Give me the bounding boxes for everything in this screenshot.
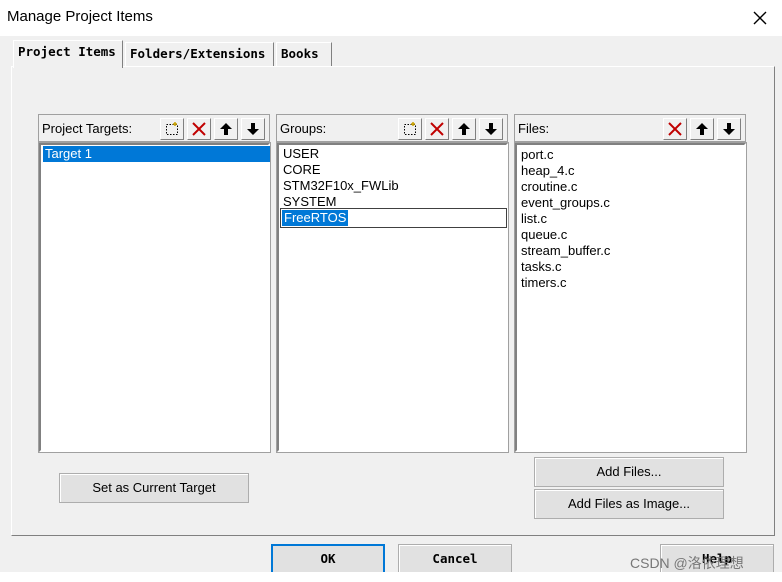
move-file-down-button[interactable]	[717, 118, 741, 140]
delete-x-icon	[430, 122, 444, 136]
files-header: Files:	[514, 114, 746, 142]
move-file-up-button[interactable]	[690, 118, 714, 140]
list-item-file[interactable]: queue.c	[519, 227, 569, 243]
window-title: Manage Project Items	[7, 8, 153, 25]
list-item-file[interactable]: croutine.c	[519, 179, 579, 195]
targets-label: Project Targets:	[42, 121, 133, 136]
watermark: CSDN @洛依理想	[630, 555, 744, 571]
list-item-file[interactable]: tasks.c	[519, 259, 563, 275]
add-files-as-image-button[interactable]: Add Files as Image...	[534, 489, 724, 519]
cancel-button[interactable]: Cancel	[398, 544, 512, 574]
move-group-down-button[interactable]	[479, 118, 503, 140]
list-item-file[interactable]: heap_4.c	[519, 163, 577, 179]
set-current-target-button[interactable]: Set as Current Target	[59, 473, 249, 503]
list-item-group[interactable]: CORE	[281, 162, 323, 178]
targets-header: Project Targets:	[38, 114, 270, 142]
move-target-up-button[interactable]	[214, 118, 238, 140]
new-target-button[interactable]	[160, 118, 184, 140]
move-down-arrow-icon	[485, 123, 497, 135]
tab-label: Folders/Extensions	[130, 46, 266, 61]
list-item-file[interactable]: port.c	[519, 147, 556, 163]
list-item-target[interactable]: Target 1	[43, 146, 270, 162]
close-button[interactable]	[748, 6, 772, 30]
title-bar: Manage Project Items	[0, 0, 782, 36]
bottom-strip	[0, 572, 782, 582]
tab-project-items[interactable]: Project Items	[13, 40, 123, 68]
group-rename-field[interactable]: FreeRTOS	[280, 208, 507, 228]
delete-file-button[interactable]	[663, 118, 687, 140]
tab-books[interactable]: Books	[276, 42, 332, 66]
groups-label: Groups:	[280, 121, 327, 136]
move-down-arrow-icon	[723, 123, 735, 135]
list-item-file[interactable]: event_groups.c	[519, 195, 612, 211]
add-files-button[interactable]: Add Files...	[534, 457, 724, 487]
groups-list[interactable]: USER CORE STM32F10x_FWLib SYSTEM FreeRTO…	[276, 142, 509, 453]
ok-button[interactable]: OK	[271, 544, 385, 574]
targets-list[interactable]: Target 1	[38, 142, 271, 453]
delete-x-icon	[192, 122, 206, 136]
files-list[interactable]: port.c heap_4.c croutine.c event_groups.…	[514, 142, 747, 453]
list-item-group[interactable]: STM32F10x_FWLib	[281, 178, 401, 194]
delete-group-button[interactable]	[425, 118, 449, 140]
selected-group-text[interactable]: FreeRTOS	[282, 210, 349, 226]
list-item-file[interactable]: timers.c	[519, 275, 569, 291]
move-up-arrow-icon	[696, 123, 708, 135]
close-icon	[753, 11, 767, 25]
tab-folders-extensions[interactable]: Folders/Extensions	[125, 42, 274, 66]
files-label: Files:	[518, 121, 550, 136]
list-item-file[interactable]: stream_buffer.c	[519, 243, 612, 259]
new-item-icon	[166, 122, 178, 135]
move-group-up-button[interactable]	[452, 118, 476, 140]
list-item-file[interactable]: list.c	[519, 211, 549, 227]
move-target-down-button[interactable]	[241, 118, 265, 140]
delete-target-button[interactable]	[187, 118, 211, 140]
groups-header: Groups:	[276, 114, 508, 142]
tab-label: Project Items	[18, 44, 116, 59]
move-down-arrow-icon	[247, 123, 259, 135]
move-up-arrow-icon	[220, 123, 232, 135]
move-up-arrow-icon	[458, 123, 470, 135]
list-item-group[interactable]: USER	[281, 146, 321, 162]
tab-label: Books	[281, 46, 319, 61]
new-group-button[interactable]	[398, 118, 422, 140]
new-item-icon	[404, 122, 416, 135]
delete-x-icon	[668, 122, 682, 136]
